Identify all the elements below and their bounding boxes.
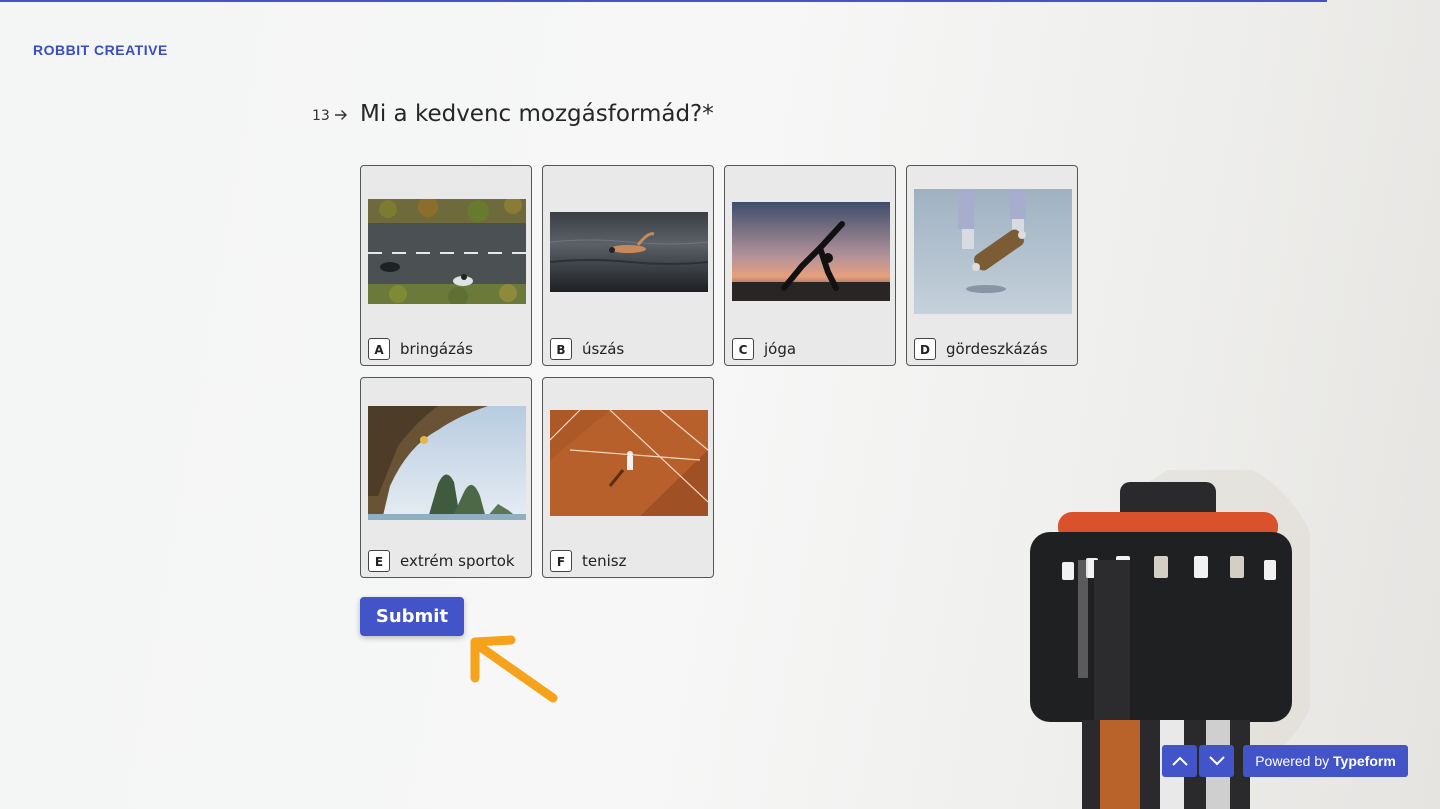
choice-image-tennis <box>550 410 708 516</box>
arrow-right-icon <box>335 110 348 120</box>
choice-label: extrém sportok <box>400 552 515 570</box>
choice-image-swimming <box>550 212 708 292</box>
choice-label: bringázás <box>400 340 473 358</box>
choice-card-joga[interactable]: C jóga <box>724 165 896 366</box>
nav-down-button[interactable] <box>1199 745 1234 777</box>
choice-key: D <box>914 338 936 360</box>
choice-image-yoga <box>732 202 890 301</box>
submit-button[interactable]: Submit <box>360 597 464 636</box>
question-title: Mi a kedvenc mozgásformád?* <box>360 101 714 127</box>
choice-card-gordeszkazas[interactable]: D gördeszkázás <box>906 165 1078 366</box>
choice-image-cycling <box>368 199 526 304</box>
nav-up-button[interactable] <box>1162 745 1197 777</box>
annotation-arrow-icon <box>470 635 558 703</box>
choice-image-skateboarding <box>914 189 1072 314</box>
choice-key: B <box>550 338 572 360</box>
powered-by-typeform-button[interactable]: Powered by Typeform <box>1243 745 1408 777</box>
choice-image-climbing <box>368 406 526 520</box>
choice-key: F <box>550 550 572 572</box>
choice-card-extrem-sportok[interactable]: E extrém sportok <box>360 377 532 578</box>
choice-key: E <box>368 550 390 572</box>
choice-key: C <box>732 338 754 360</box>
choice-card-bringazas[interactable]: A bringázás <box>360 165 532 366</box>
chevron-up-icon <box>1171 756 1188 766</box>
choice-card-tenisz[interactable]: F tenisz <box>542 377 714 578</box>
brand-logo: ROBBIT CREATIVE <box>33 42 168 58</box>
choice-label: úszás <box>582 340 625 358</box>
question-number: 13 <box>312 108 348 124</box>
powered-by-prefix: Powered by <box>1255 753 1330 769</box>
question-number-value: 13 <box>312 108 330 124</box>
choice-card-uszas[interactable]: B úszás <box>542 165 714 366</box>
chevron-down-icon <box>1208 756 1225 766</box>
choice-label: gördeszkázás <box>946 340 1048 358</box>
progress-bar <box>0 0 1327 2</box>
powered-by-brand: Typeform <box>1333 753 1396 769</box>
choice-label: tenisz <box>582 552 627 570</box>
choice-label: jóga <box>764 340 797 358</box>
choice-key: A <box>368 338 390 360</box>
